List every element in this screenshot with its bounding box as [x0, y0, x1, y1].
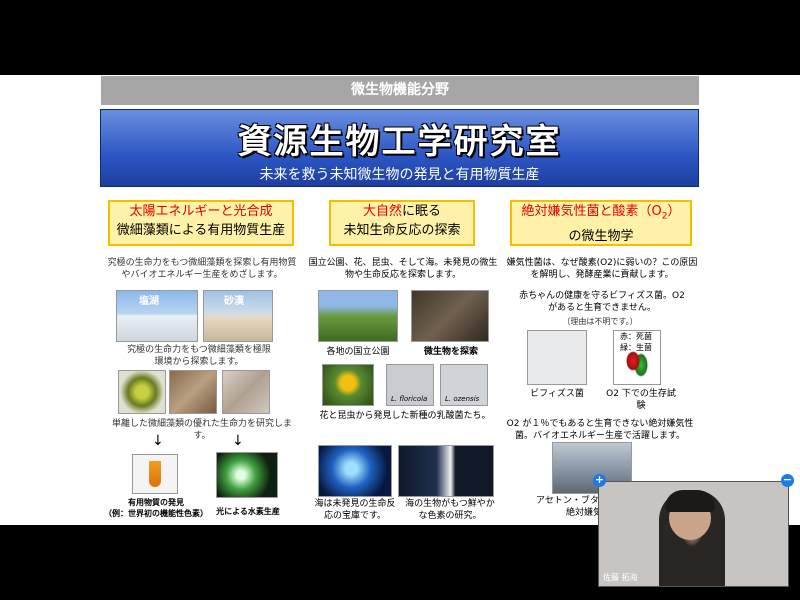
col2-caption-search: 微生物を探索 — [423, 347, 478, 357]
flower-photo — [322, 364, 374, 406]
col3-reason: （理由は不明です。） — [562, 317, 638, 326]
col2-heading-box: 大自然に眠る 未知生命反応の探索 — [329, 200, 475, 246]
col3-caption-test: O2 下での生存試験 — [606, 389, 676, 411]
desert-label: 砂漠 — [224, 296, 244, 307]
col2-caption-color: 海の生物がもつ鮮やかな色素の研究。 — [405, 499, 495, 521]
col1-heading-line1: 太陽エネルギーと光合成 — [129, 204, 273, 219]
jellyfish-photo — [318, 445, 392, 497]
col3-heading-line1: 絶対嫌気性菌と酸素（O — [521, 204, 662, 219]
col1-heading-line2: 微細藻類による有用物質生産 — [116, 223, 286, 238]
participant-video[interactable]: 佐藤 拓海 — [598, 481, 789, 587]
col3-anaerobe-text: O2 が１％でもあると生育できない絶対嫌気性菌。バイオエネルギー生産で活躍します… — [506, 419, 694, 441]
col3-heading-end: ） — [667, 204, 681, 219]
bacteria-image-a: L. floricola — [386, 364, 434, 406]
arrow-down-icon: ↓ — [232, 433, 244, 449]
bacteria-label-a: L. floricola — [391, 395, 428, 403]
col1-description: 究極の生命力をもつ微細藻類を探索し有用物質やバイオエネルギー生産をめざします。 — [107, 258, 297, 280]
pigment-spectrum-image — [398, 445, 494, 497]
col1-result2: 光による水素生産 — [216, 507, 280, 516]
alga-image-1 — [118, 370, 166, 414]
legend-green: 緑：生菌 — [620, 343, 652, 352]
title-banner: 資源生物工学研究室 未来を救う未知微生物の発見と有用物質生産 — [100, 109, 699, 187]
col2-heading-line2: 未知生命反応の探索 — [343, 223, 461, 238]
hydrogen-reactor-photo — [216, 452, 278, 498]
col3-bifido-text: 赤ちゃんの健康を守るビフィズス菌。O2 があると生育できません。 — [519, 291, 685, 313]
col3-caption-bifido: ビフィズス菌 — [530, 389, 584, 399]
lab-title: 資源生物工学研究室 — [237, 122, 562, 162]
salt-lake-label: 塩湖 — [139, 296, 159, 307]
arrow-down-icon: ↓ — [152, 433, 164, 449]
bacteria-label-b: L. ozensis — [445, 395, 480, 403]
national-park-photo — [318, 290, 398, 342]
bifidobacteria-image — [527, 330, 587, 385]
add-button[interactable]: + — [593, 474, 606, 487]
bacteria-image-b: L. ozensis — [440, 364, 488, 406]
pigment-tube-photo — [132, 454, 178, 494]
col1-result1-sub: （例：世界初の機能性色素） — [104, 509, 208, 518]
col3-heading-line2: の微生物学 — [568, 228, 634, 244]
minimize-button[interactable]: − — [781, 474, 794, 487]
col3-description: 嫌気性菌は、なぜ酸素(O2)に弱いの？この原因を解明し、発酵産業に貢献します。 — [506, 258, 698, 280]
desert-photo: 砂漠 — [203, 290, 273, 342]
col3-heading-box: 絶対嫌気性菌と酸素（O2） の微生物学 — [510, 200, 692, 246]
col2-description: 国立公園、花、昆虫、そして海。未発見の微生物や生命反応を探索します。 — [308, 258, 498, 280]
col1-heading-box: 太陽エネルギーと光合成 微細藻類による有用物質生産 — [108, 200, 294, 246]
lab-subtitle: 未来を救う未知微生物の発見と有用物質生産 — [259, 167, 540, 183]
alga-image-2 — [169, 370, 217, 414]
col1-caption1: 究極の生命力をもつ微細藻類を極限環境から探索します。 — [127, 345, 271, 367]
col2-heading-rest: に眠る — [402, 204, 442, 219]
col3-acetone: アセトン・ブタ — [536, 496, 599, 506]
col2-caption-park: 各地の国立公園 — [326, 347, 390, 357]
col2-caption-bacteria: 花と昆虫から発見した新種の乳酸菌たち。 — [319, 411, 491, 421]
alga-image-3 — [222, 370, 270, 414]
col1-caption2: 単離した微細藻類の優れた生命力を研究します。 — [111, 419, 292, 441]
col2-caption-sea: 海は未発見の生命反応の宝庫です。 — [314, 499, 396, 521]
participant-name: 佐藤 拓海 — [603, 573, 638, 582]
category-bar: 微生物機能分野 — [101, 76, 699, 105]
salt-lake-photo: 塩湖 — [116, 290, 198, 342]
col2-heading-red: 大自然 — [362, 204, 402, 219]
microbe-search-photo — [411, 290, 489, 342]
